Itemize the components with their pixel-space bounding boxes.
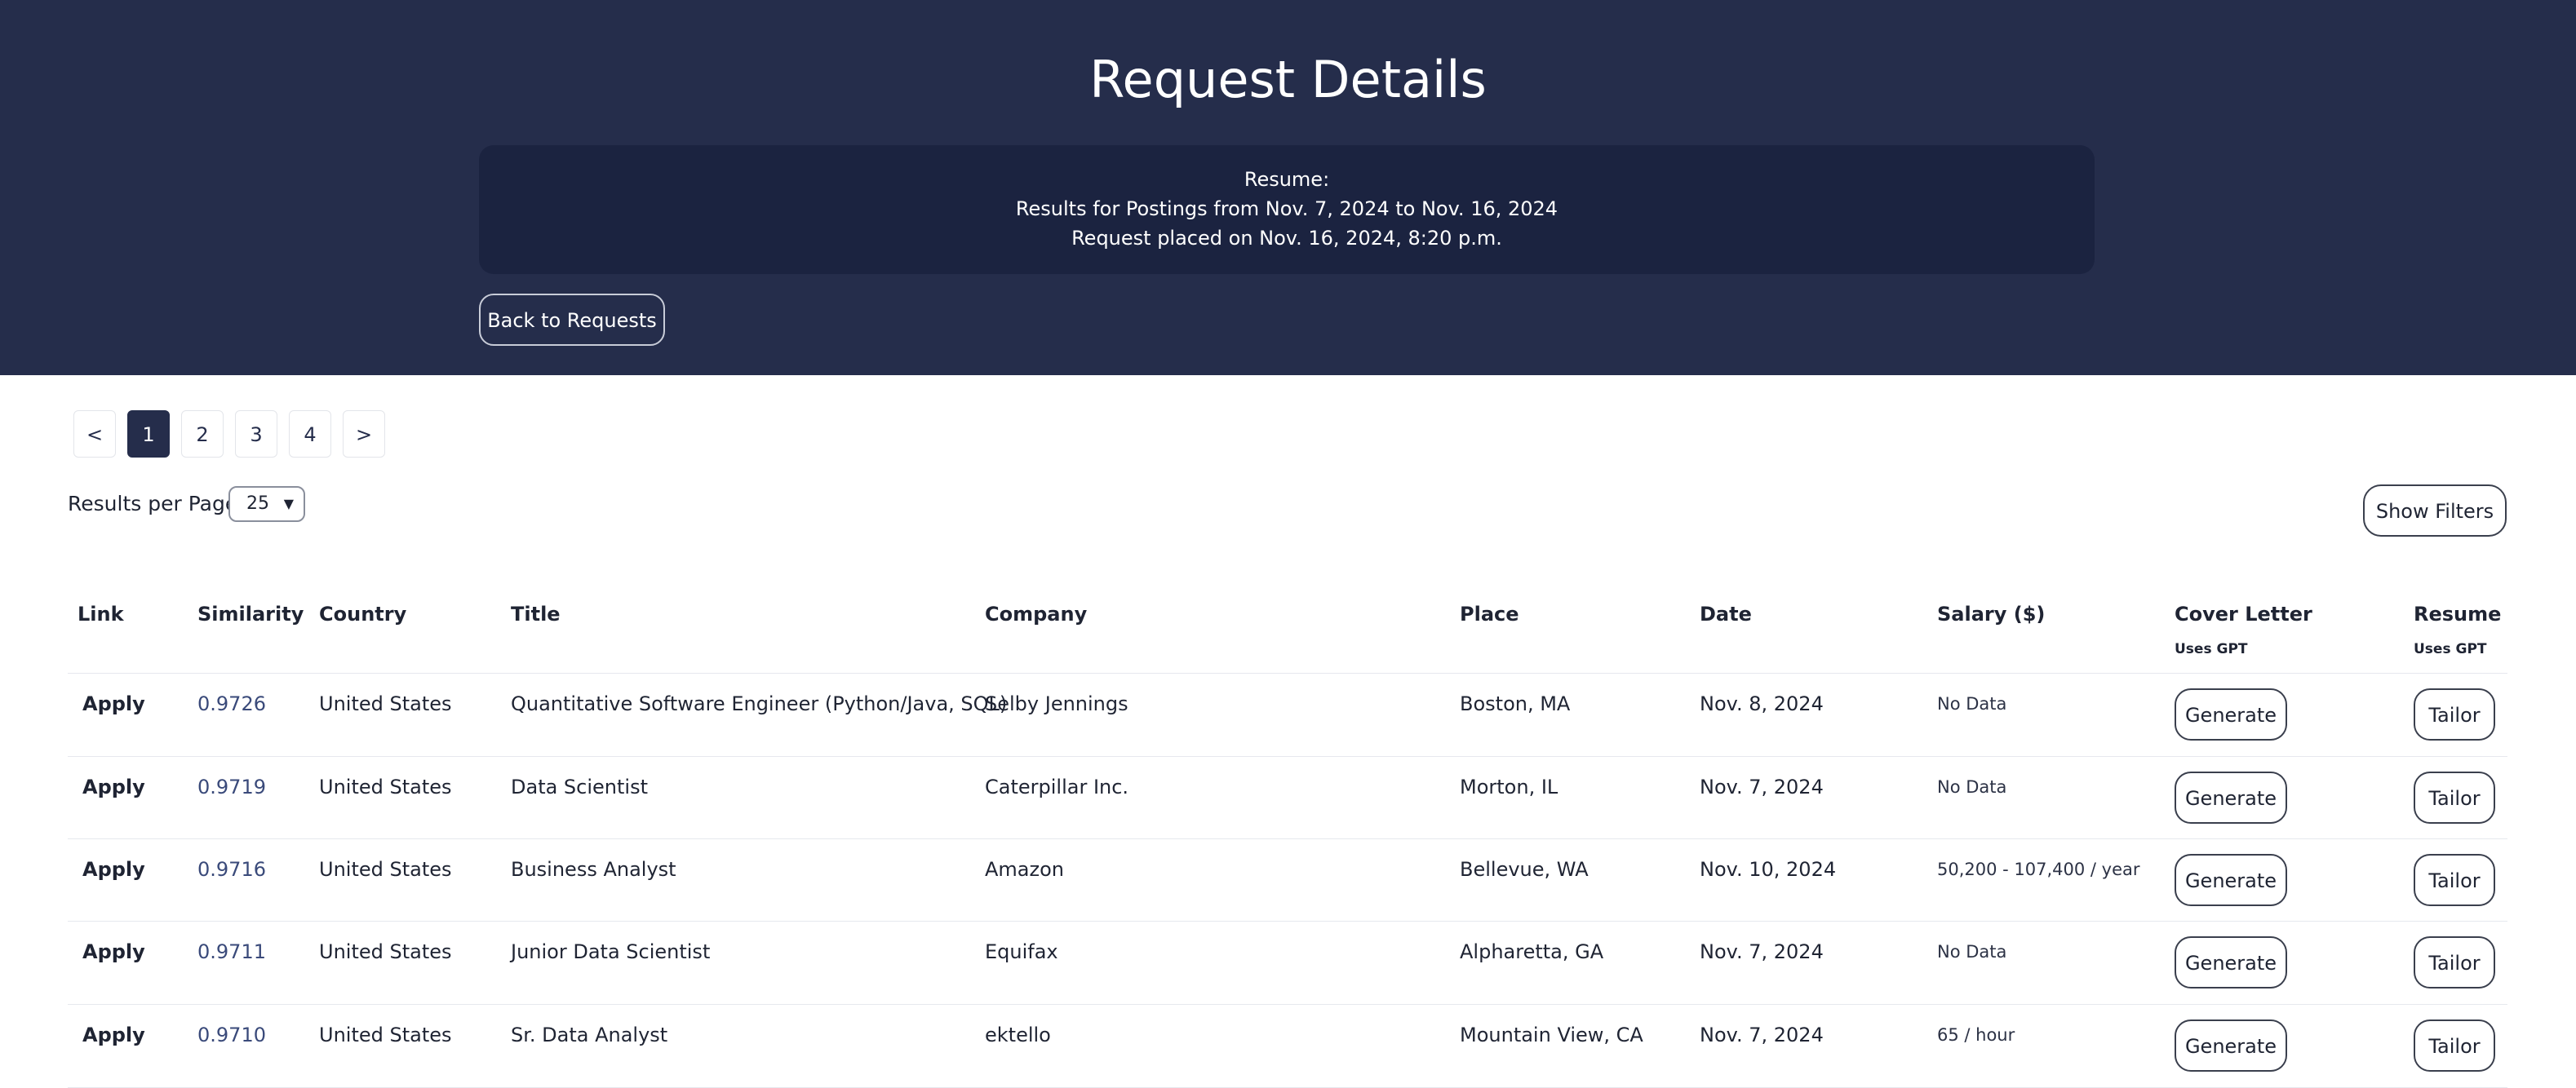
column-header-title: Title — [511, 603, 561, 626]
pagination-next-button[interactable]: > — [343, 410, 385, 458]
back-to-requests-button[interactable]: Back to Requests — [479, 294, 665, 346]
table-row: Apply 0.9719 United States Data Scientis… — [68, 756, 2507, 839]
generate-cover-letter-button[interactable]: Generate — [2175, 936, 2287, 988]
country-cell: United States — [319, 1024, 452, 1046]
column-header-date: Date — [1700, 603, 1752, 626]
resume-uses-gpt-note: Uses GPT — [2414, 641, 2487, 657]
tailor-resume-button[interactable]: Tailor — [2414, 772, 2495, 824]
table-row: Apply 0.9711 United States Junior Data S… — [68, 921, 2507, 1004]
column-header-country: Country — [319, 603, 407, 626]
pagination-page-3[interactable]: 3 — [235, 410, 277, 458]
column-header-cover-letter: Cover Letter — [2175, 603, 2312, 626]
place-cell: Alpharetta, GA — [1460, 940, 1604, 963]
title-cell: Business Analyst — [511, 858, 676, 881]
pagination-prev-button[interactable]: < — [73, 410, 116, 458]
date-cell: Nov. 7, 2024 — [1700, 940, 1824, 963]
tailor-resume-button[interactable]: Tailor — [2414, 1019, 2495, 1072]
generate-cover-letter-button[interactable]: Generate — [2175, 1019, 2287, 1072]
table-row: Apply 0.9726 United States Quantitative … — [68, 673, 2507, 756]
tailor-resume-button[interactable]: Tailor — [2414, 688, 2495, 741]
request-info-card: Resume: Results for Postings from Nov. 7… — [479, 145, 2095, 274]
pagination-page-1[interactable]: 1 — [127, 410, 170, 458]
table-row: Apply 0.9710 United States Sr. Data Anal… — [68, 1004, 2507, 1088]
salary-cell: No Data — [1937, 694, 2007, 714]
generate-cover-letter-button[interactable]: Generate — [2175, 688, 2287, 741]
apply-link[interactable]: Apply — [82, 922, 145, 1004]
column-header-resume: Resume — [2414, 603, 2502, 626]
company-cell: Equifax — [985, 940, 1058, 963]
page-header: Request Details Resume: Results for Post… — [0, 0, 2576, 375]
page-title: Request Details — [1089, 50, 1487, 109]
title-cell: Sr. Data Analyst — [511, 1024, 668, 1046]
place-cell: Mountain View, CA — [1460, 1024, 1643, 1046]
table-row: Apply 0.9716 United States Business Anal… — [68, 838, 2507, 922]
place-cell: Boston, MA — [1460, 692, 1571, 715]
date-cell: Nov. 7, 2024 — [1700, 776, 1824, 798]
company-cell: Selby Jennings — [985, 692, 1128, 715]
postings-range-text: Results for Postings from Nov. 7, 2024 t… — [1015, 197, 1558, 220]
company-cell: Amazon — [985, 858, 1064, 881]
apply-link[interactable]: Apply — [82, 757, 145, 839]
results-per-page-label: Results per Page — [68, 492, 238, 515]
date-cell: Nov. 7, 2024 — [1700, 1024, 1824, 1046]
column-header-link: Link — [78, 603, 124, 626]
salary-cell: 65 / hour — [1937, 1025, 2015, 1045]
country-cell: United States — [319, 692, 452, 715]
tailor-resume-button[interactable]: Tailor — [2414, 936, 2495, 988]
similarity-value: 0.9710 — [197, 1024, 266, 1046]
pagination-page-2[interactable]: 2 — [181, 410, 224, 458]
title-cell: Quantitative Software Engineer (Python/J… — [511, 692, 1008, 715]
title-cell: Junior Data Scientist — [511, 940, 711, 963]
pagination-page-4[interactable]: 4 — [289, 410, 331, 458]
results-per-page-value: 25 — [246, 493, 269, 514]
apply-link[interactable]: Apply — [82, 674, 145, 756]
column-header-salary: Salary ($) — [1937, 603, 2046, 626]
resume-label: Resume: — [1244, 168, 1330, 191]
apply-link[interactable]: Apply — [82, 1005, 145, 1087]
country-cell: United States — [319, 776, 452, 798]
column-header-similarity: Similarity — [197, 603, 304, 626]
similarity-value: 0.9711 — [197, 940, 266, 963]
title-cell: Data Scientist — [511, 776, 648, 798]
country-cell: United States — [319, 858, 452, 881]
salary-cell: No Data — [1937, 777, 2007, 797]
show-filters-button[interactable]: Show Filters — [2363, 484, 2507, 537]
results-per-page-select[interactable]: 25 ▼ — [228, 486, 305, 522]
place-cell: Bellevue, WA — [1460, 858, 1589, 881]
country-cell: United States — [319, 940, 452, 963]
column-header-company: Company — [985, 603, 1088, 626]
generate-cover-letter-button[interactable]: Generate — [2175, 772, 2287, 824]
date-cell: Nov. 10, 2024 — [1700, 858, 1837, 881]
similarity-value: 0.9719 — [197, 776, 266, 798]
generate-cover-letter-button[interactable]: Generate — [2175, 854, 2287, 906]
similarity-value: 0.9726 — [197, 692, 266, 715]
pagination: < 1 2 3 4 > — [73, 410, 397, 458]
company-cell: ektello — [985, 1024, 1051, 1046]
column-header-place: Place — [1460, 603, 1519, 626]
chevron-down-icon: ▼ — [283, 496, 294, 511]
apply-link[interactable]: Apply — [82, 839, 145, 922]
tailor-resume-button[interactable]: Tailor — [2414, 854, 2495, 906]
place-cell: Morton, IL — [1460, 776, 1558, 798]
salary-cell: No Data — [1937, 942, 2007, 962]
salary-cell: 50,200 - 107,400 / year — [1937, 860, 2140, 879]
cover-letter-uses-gpt-note: Uses GPT — [2175, 641, 2248, 657]
request-placed-text: Request placed on Nov. 16, 2024, 8:20 p.… — [1071, 227, 1502, 250]
date-cell: Nov. 8, 2024 — [1700, 692, 1824, 715]
company-cell: Caterpillar Inc. — [985, 776, 1129, 798]
similarity-value: 0.9716 — [197, 858, 266, 881]
